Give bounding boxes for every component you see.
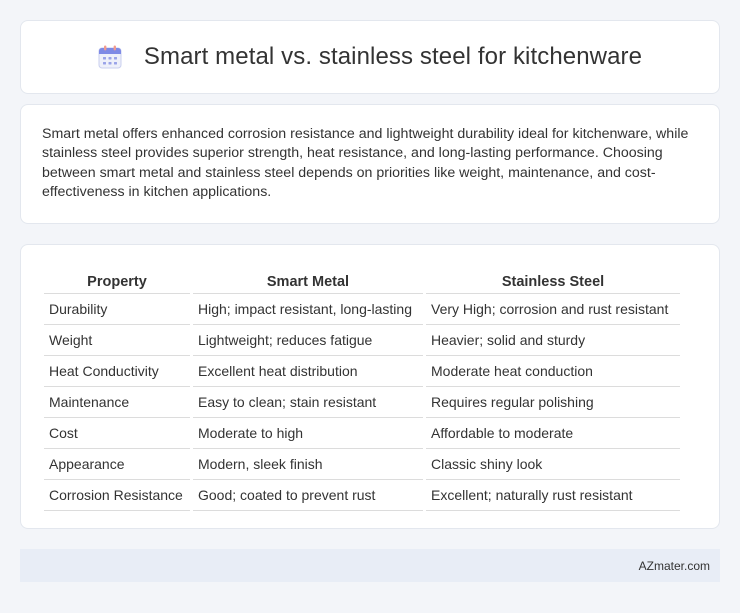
table-row: Cost Moderate to high Affordable to mode… <box>44 418 680 449</box>
cell-stainless-steel: Excellent; naturally rust resistant <box>426 480 680 511</box>
table-row: Appearance Modern, sleek finish Classic … <box>44 449 680 480</box>
header-property: Property <box>44 267 190 294</box>
table-row: Durability High; impact resistant, long-… <box>44 294 680 325</box>
cell-smart-metal: High; impact resistant, long-lasting <box>193 294 423 325</box>
cell-smart-metal: Excellent heat distribution <box>193 356 423 387</box>
table-row: Weight Lightweight; reduces fatigue Heav… <box>44 325 680 356</box>
title-wrap: Smart metal vs. stainless steel for kitc… <box>98 43 642 71</box>
header-stainless-steel: Stainless Steel <box>426 267 680 294</box>
cell-property: Cost <box>44 418 190 449</box>
table-row: Corrosion Resistance Good; coated to pre… <box>44 480 680 511</box>
cell-stainless-steel: Moderate heat conduction <box>426 356 680 387</box>
footer-bar: AZmater.com <box>20 549 720 582</box>
cell-smart-metal: Good; coated to prevent rust <box>193 480 423 511</box>
cell-property: Corrosion Resistance <box>44 480 190 511</box>
cell-stainless-steel: Classic shiny look <box>426 449 680 480</box>
header-smart-metal: Smart Metal <box>193 267 423 294</box>
cell-property: Durability <box>44 294 190 325</box>
cell-smart-metal: Lightweight; reduces fatigue <box>193 325 423 356</box>
cell-property: Appearance <box>44 449 190 480</box>
cell-smart-metal: Moderate to high <box>193 418 423 449</box>
footer-source-link[interactable]: AZmater.com <box>639 559 710 573</box>
cell-stainless-steel: Affordable to moderate <box>426 418 680 449</box>
title-card: Smart metal vs. stainless steel for kitc… <box>20 20 720 94</box>
table-header-row: Property Smart Metal Stainless Steel <box>44 267 680 294</box>
calendar-icon <box>98 45 122 69</box>
cell-stainless-steel: Heavier; solid and sturdy <box>426 325 680 356</box>
cell-smart-metal: Modern, sleek finish <box>193 449 423 480</box>
table-row: Maintenance Easy to clean; stain resista… <box>44 387 680 418</box>
comparison-card: Property Smart Metal Stainless Steel Dur… <box>20 244 720 529</box>
cell-stainless-steel: Very High; corrosion and rust resistant <box>426 294 680 325</box>
cell-property: Weight <box>44 325 190 356</box>
cell-stainless-steel: Requires regular polishing <box>426 387 680 418</box>
comparison-table: Property Smart Metal Stainless Steel Dur… <box>41 267 683 511</box>
cell-property: Heat Conductivity <box>44 356 190 387</box>
page-title: Smart metal vs. stainless steel for kitc… <box>143 43 643 70</box>
cell-smart-metal: Easy to clean; stain resistant <box>193 387 423 418</box>
description-card: Smart metal offers enhanced corrosion re… <box>20 104 720 224</box>
description-text: Smart metal offers enhanced corrosion re… <box>42 126 689 201</box>
table-body: Durability High; impact resistant, long-… <box>44 294 680 511</box>
cell-property: Maintenance <box>44 387 190 418</box>
table-row: Heat Conductivity Excellent heat distrib… <box>44 356 680 387</box>
